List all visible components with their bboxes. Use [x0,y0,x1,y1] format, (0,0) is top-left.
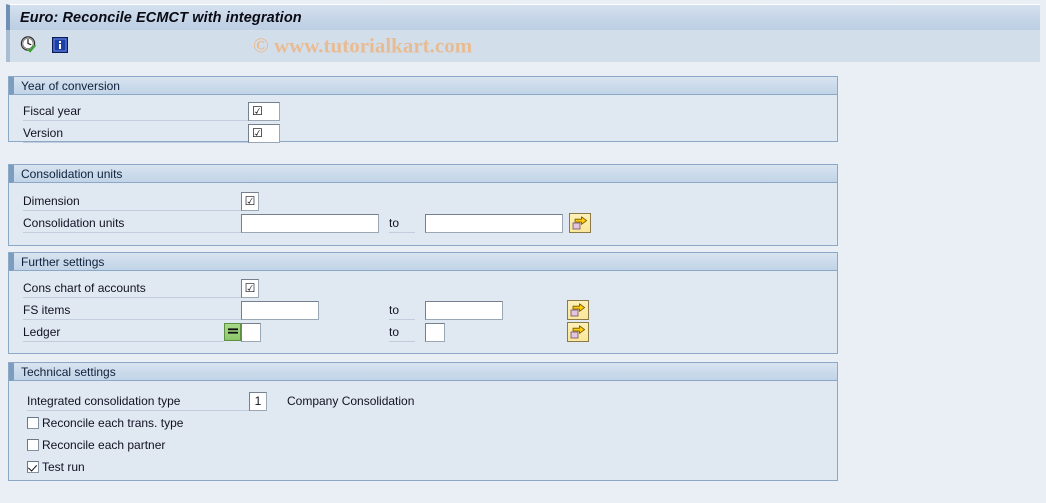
field-row-version: Version ☑ [23,122,313,144]
label-ledger: Ledger [23,323,224,342]
multiple-selection-button-fs-items[interactable] [567,300,589,320]
equals-selection-option-icon [227,325,239,339]
selection-option-button-ledger[interactable] [224,323,241,341]
field-row-dimension: Dimension ☑ [23,190,323,212]
multiple-selection-button-consolidation-units[interactable] [569,213,591,233]
section-body-year-of-conversion: Fiscal year ☑ Version ☑ [9,95,837,144]
field-row-ledger: Ledger to [23,321,598,343]
window-title-bar: Euro: Reconcile ECMCT with integration [6,4,1040,30]
field-row-consolidation-units: Consolidation units to [23,212,598,234]
label-to-fs-items: to [389,301,415,320]
section-header-technical-settings: Technical settings [9,363,837,381]
label-fs-items: FS items [23,301,241,320]
input-fs-items-to[interactable] [425,300,503,320]
section-further-settings: Further settings Cons chart of accounts … [8,252,838,354]
field-row-integrated-consolidation-type: Integrated consolidation type 1 Company … [27,390,447,412]
checkbox-glyph-icon: ☑ [252,126,263,140]
label-to-consolidation-units: to [389,214,415,233]
page-title: Euro: Reconcile ECMCT with integration [20,9,302,26]
input-fs-items-from[interactable] [241,300,319,320]
checkbox-glyph-icon: ☑ [244,194,256,208]
label-consolidation-units: Consolidation units [23,214,241,233]
label-cons-chart-of-accounts: Cons chart of accounts [23,279,241,298]
label-integrated-consolidation-type: Integrated consolidation type [27,392,249,411]
input-ledger-from[interactable] [241,322,261,342]
multiple-selection-button-ledger[interactable] [567,322,589,342]
checkbox-reconcile-each-trans-type[interactable] [27,417,39,429]
checkbox-test-run[interactable] [27,461,39,473]
section-header-year-of-conversion: Year of conversion [9,77,837,95]
label-version: Version [23,124,248,143]
checkbox-glyph-icon: ☑ [252,104,263,118]
arrow-right-multi-select-icon [572,216,588,230]
section-header-further-settings: Further settings [9,253,837,271]
checkbox-reconcile-each-partner[interactable] [27,439,39,451]
application-toolbar: © www.tutorialkart.com [6,30,1040,62]
arrow-right-multi-select-icon [570,303,586,317]
checkbox-row-reconcile-each-trans-type[interactable]: Reconcile each trans. type [27,414,183,432]
section-body-further-settings: Cons chart of accounts ☑ FS items to Led… [9,271,837,354]
checkbox-row-reconcile-each-partner[interactable]: Reconcile each partner [27,436,165,454]
input-consolidation-units-to[interactable] [425,213,563,233]
field-row-fs-items: FS items to [23,299,598,321]
execute-button[interactable] [17,34,41,58]
label-reconcile-each-trans-type: Reconcile each trans. type [42,416,184,430]
label-fiscal-year: Fiscal year [23,102,248,121]
label-to-ledger: to [389,323,415,342]
input-consolidation-units-from[interactable] [241,213,379,233]
section-header-consolidation-units: Consolidation units [9,165,837,183]
field-row-cons-chart-of-accounts: Cons chart of accounts ☑ [23,277,323,299]
field-row-fiscal-year: Fiscal year ☑ [23,100,313,122]
clock-check-execute-icon [19,35,39,58]
checkbox-row-test-run[interactable]: Test run [27,458,85,476]
site-watermark: © www.tutorialkart.com [253,33,473,58]
section-technical-settings: Technical settings Integrated consolidat… [8,362,838,481]
section-consolidation-units: Consolidation units Dimension ☑ Consolid… [8,164,838,246]
information-icon [52,36,68,56]
label-dimension: Dimension [23,192,241,211]
section-body-technical-settings: Integrated consolidation type 1 Company … [9,381,837,481]
arrow-right-multi-select-icon [570,325,586,339]
input-integrated-consolidation-type[interactable]: 1 [249,391,267,411]
information-button[interactable] [48,34,72,58]
section-year-of-conversion: Year of conversion Fiscal year ☑ Version… [8,76,838,144]
label-reconcile-each-partner: Reconcile each partner [42,438,166,452]
input-ledger-to[interactable] [425,322,445,342]
checkbox-glyph-icon: ☑ [244,281,256,295]
section-body-consolidation-units: Dimension ☑ Consolidation units to [9,183,837,246]
input-fiscal-year[interactable]: ☑ [248,101,280,121]
input-version[interactable]: ☑ [248,123,280,143]
input-cons-chart-of-accounts[interactable]: ☑ [241,278,259,298]
input-dimension[interactable]: ☑ [241,191,259,211]
label-test-run: Test run [42,460,85,474]
text-integrated-consolidation-type-description: Company Consolidation [287,394,415,408]
